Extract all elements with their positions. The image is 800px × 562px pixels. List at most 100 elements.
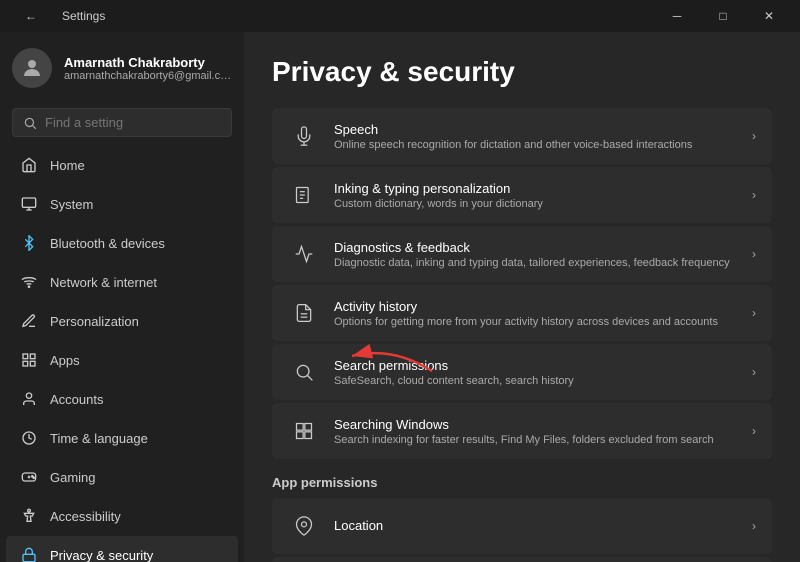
setting-item-location[interactable]: Location › xyxy=(272,498,772,554)
close-button[interactable]: ✕ xyxy=(746,0,792,32)
sidebar-item-label: Privacy & security xyxy=(50,548,153,562)
app-body: Amarnath Chakraborty amarnathchakraborty… xyxy=(0,32,800,562)
setting-item-search-permissions[interactable]: Search permissions SafeSearch, cloud con… xyxy=(272,344,772,400)
setting-text: Activity history Options for getting mor… xyxy=(334,299,738,328)
sidebar-item-time[interactable]: Time & language xyxy=(6,419,238,457)
setting-name: Search permissions xyxy=(334,358,738,373)
setting-desc: Online speech recognition for dictation … xyxy=(334,139,738,151)
sidebar-item-label: System xyxy=(50,197,93,212)
sidebar-item-network[interactable]: Network & internet xyxy=(6,263,238,301)
titlebar-left: ← Settings xyxy=(8,0,105,32)
sidebar-item-personalization[interactable]: Personalization xyxy=(6,302,238,340)
searching-windows-icon xyxy=(288,415,320,447)
sidebar-item-label: Personalization xyxy=(50,314,139,329)
setting-text: Speech Online speech recognition for dic… xyxy=(334,122,738,151)
privacy-icon xyxy=(20,546,38,562)
sidebar-item-label: Accessibility xyxy=(50,509,121,524)
setting-text: Searching Windows Search indexing for fa… xyxy=(334,417,738,446)
settings-list: Speech Online speech recognition for dic… xyxy=(272,108,772,459)
chevron-right-icon: › xyxy=(752,365,756,379)
search-icon xyxy=(23,116,37,130)
sidebar-item-label: Apps xyxy=(50,353,80,368)
chevron-right-icon: › xyxy=(752,129,756,143)
setting-name: Diagnostics & feedback xyxy=(334,240,738,255)
sidebar-item-label: Gaming xyxy=(50,470,96,485)
user-name: Amarnath Chakraborty xyxy=(64,55,232,70)
sidebar-item-accounts[interactable]: Accounts xyxy=(6,380,238,418)
sidebar-item-gaming[interactable]: Gaming xyxy=(6,458,238,496)
back-button[interactable]: ← xyxy=(8,0,54,32)
chevron-right-icon: › xyxy=(752,247,756,261)
minimize-button[interactable]: ─ xyxy=(654,0,700,32)
inking-icon xyxy=(288,179,320,211)
search-input[interactable] xyxy=(45,115,221,130)
accounts-icon xyxy=(20,390,38,408)
sidebar-item-bluetooth[interactable]: Bluetooth & devices xyxy=(6,224,238,262)
setting-name: Searching Windows xyxy=(334,417,738,432)
search-permissions-icon xyxy=(288,356,320,388)
sidebar-item-label: Accounts xyxy=(50,392,103,407)
titlebar-controls: ─ □ ✕ xyxy=(654,0,792,32)
gaming-icon xyxy=(20,468,38,486)
main-panel: Privacy & security Speech Online speech … xyxy=(244,32,800,562)
setting-item-inking[interactable]: Inking & typing personalization Custom d… xyxy=(272,167,772,223)
setting-desc: SafeSearch, cloud content search, search… xyxy=(334,375,738,387)
sidebar-nav: Home System Bluetooth xyxy=(0,145,244,562)
network-icon xyxy=(20,273,38,291)
location-icon xyxy=(288,510,320,542)
setting-item-camera[interactable]: Camera › xyxy=(272,557,772,562)
titlebar-title: Settings xyxy=(62,9,105,23)
time-icon xyxy=(20,429,38,447)
sidebar-item-label: Network & internet xyxy=(50,275,157,290)
accessibility-icon xyxy=(20,507,38,525)
chevron-right-icon: › xyxy=(752,519,756,533)
setting-text: Diagnostics & feedback Diagnostic data, … xyxy=(334,240,738,269)
search-box[interactable] xyxy=(12,108,232,137)
personalization-icon xyxy=(20,312,38,330)
system-icon xyxy=(20,195,38,213)
avatar xyxy=(12,48,52,88)
maximize-button[interactable]: □ xyxy=(700,0,746,32)
activity-icon xyxy=(288,297,320,329)
setting-name: Location xyxy=(334,518,738,533)
chevron-right-icon: › xyxy=(752,188,756,202)
setting-name: Inking & typing personalization xyxy=(334,181,738,196)
bluetooth-icon xyxy=(20,234,38,252)
sidebar-item-home[interactable]: Home xyxy=(6,146,238,184)
app-permissions-list: Location › Camera › xyxy=(272,498,772,562)
sidebar: Amarnath Chakraborty amarnathchakraborty… xyxy=(0,32,244,562)
setting-desc: Options for getting more from your activ… xyxy=(334,316,738,328)
user-profile[interactable]: Amarnath Chakraborty amarnathchakraborty… xyxy=(0,32,244,104)
sidebar-item-apps[interactable]: Apps xyxy=(6,341,238,379)
diagnostics-icon xyxy=(288,238,320,270)
speech-icon xyxy=(288,120,320,152)
setting-desc: Diagnostic data, inking and typing data,… xyxy=(334,257,738,269)
page-title: Privacy & security xyxy=(272,56,772,88)
setting-item-speech[interactable]: Speech Online speech recognition for dic… xyxy=(272,108,772,164)
setting-name: Speech xyxy=(334,122,738,137)
search-permissions-container: Search permissions SafeSearch, cloud con… xyxy=(272,344,772,400)
chevron-right-icon: › xyxy=(752,306,756,320)
setting-name: Activity history xyxy=(334,299,738,314)
setting-desc: Search indexing for faster results, Find… xyxy=(334,434,738,446)
sidebar-item-label: Home xyxy=(50,158,85,173)
sidebar-item-system[interactable]: System xyxy=(6,185,238,223)
app-permissions-header: App permissions xyxy=(272,475,772,490)
sidebar-item-accessibility[interactable]: Accessibility xyxy=(6,497,238,535)
user-info: Amarnath Chakraborty amarnathchakraborty… xyxy=(64,55,232,82)
home-icon xyxy=(20,156,38,174)
setting-desc: Custom dictionary, words in your diction… xyxy=(334,198,738,210)
sidebar-item-label: Time & language xyxy=(50,431,148,446)
chevron-right-icon: › xyxy=(752,424,756,438)
setting-item-diagnostics[interactable]: Diagnostics & feedback Diagnostic data, … xyxy=(272,226,772,282)
setting-item-activity[interactable]: Activity history Options for getting mor… xyxy=(272,285,772,341)
user-email: amarnathchakraborty6@gmail.com xyxy=(64,70,232,82)
setting-text: Search permissions SafeSearch, cloud con… xyxy=(334,358,738,387)
titlebar: ← Settings ─ □ ✕ xyxy=(0,0,800,32)
apps-icon xyxy=(20,351,38,369)
setting-item-searching-windows[interactable]: Searching Windows Search indexing for fa… xyxy=(272,403,772,459)
sidebar-item-label: Bluetooth & devices xyxy=(50,236,165,251)
setting-text: Inking & typing personalization Custom d… xyxy=(334,181,738,210)
sidebar-item-privacy[interactable]: Privacy & security xyxy=(6,536,238,562)
setting-text: Location xyxy=(334,518,738,535)
